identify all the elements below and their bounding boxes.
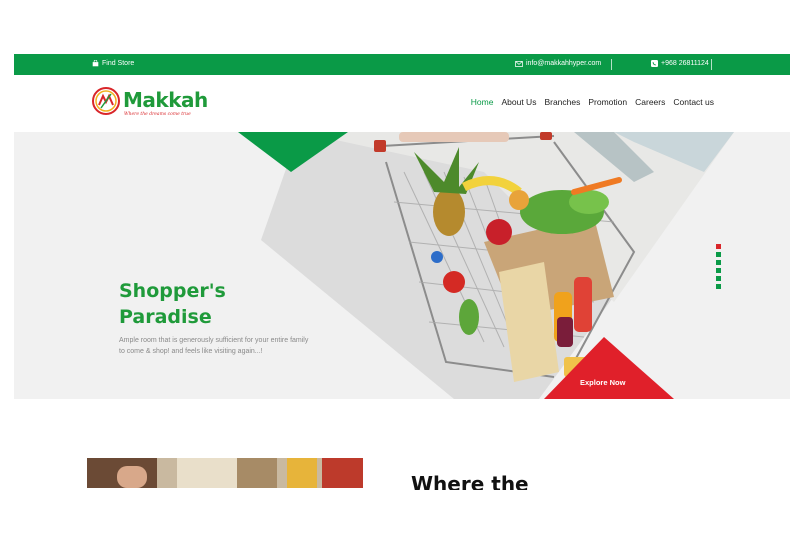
phone-link[interactable]: +968 26811124 — [651, 60, 709, 67]
nav-item-about-us[interactable]: About Us — [501, 97, 536, 107]
header: Makkah Where the dreams come true Home Ab… — [14, 75, 790, 132]
brand-name: Makkah — [123, 88, 208, 112]
hero-banner: Shopper's Paradise Ample room that is ge… — [14, 132, 790, 399]
slider-dot[interactable] — [716, 244, 721, 249]
topbar-divider — [611, 59, 612, 70]
nav-item-careers[interactable]: Careers — [635, 97, 665, 107]
mail-icon — [515, 60, 523, 67]
email-text: info@makkahhyper.com — [526, 60, 602, 67]
hero-description: Ample room that is generously sufficient… — [119, 337, 309, 355]
slider-dot[interactable] — [716, 268, 721, 273]
find-store-link[interactable]: Find Store — [92, 60, 134, 67]
logo-emblem-icon — [92, 87, 120, 115]
top-bar: Find Store info@makkahhyper.com +968 268… — [14, 54, 790, 75]
nav-item-contact-us[interactable]: Contact us — [673, 97, 714, 107]
brand-logo[interactable]: Makkah Where the dreams come true — [91, 85, 208, 121]
phone-text: +968 26811124 — [661, 60, 709, 67]
brand-tagline: Where the dreams come true — [124, 112, 191, 117]
store-bag-icon — [92, 60, 99, 67]
hero-title-line: Paradise — [119, 306, 212, 328]
nav-item-branches[interactable]: Branches — [544, 97, 580, 107]
section-image — [87, 458, 363, 488]
slider-dot[interactable] — [716, 260, 721, 265]
slider-dot[interactable] — [716, 284, 721, 289]
hero-illustration — [238, 132, 734, 399]
topbar-divider — [711, 59, 712, 70]
hero-title: Shopper's Paradise — [119, 278, 279, 330]
slider-pagination — [716, 244, 721, 289]
slider-dot[interactable] — [716, 276, 721, 281]
email-link[interactable]: info@makkahhyper.com — [515, 60, 601, 67]
whatsapp-icon — [651, 60, 658, 67]
find-store-label: Find Store — [102, 60, 135, 67]
supermarket-photo — [87, 458, 363, 488]
slider-dot[interactable] — [716, 252, 721, 257]
main-nav: Home About Us Branches Promotion Careers Cont… — [471, 97, 714, 107]
explore-now-button[interactable]: Explore Now — [580, 378, 625, 387]
section-heading: Where the — [411, 472, 529, 490]
nav-item-home[interactable]: Home — [471, 97, 494, 107]
hero-title-line: Shopper's — [119, 280, 226, 302]
nav-item-promotion[interactable]: Promotion — [588, 97, 627, 107]
